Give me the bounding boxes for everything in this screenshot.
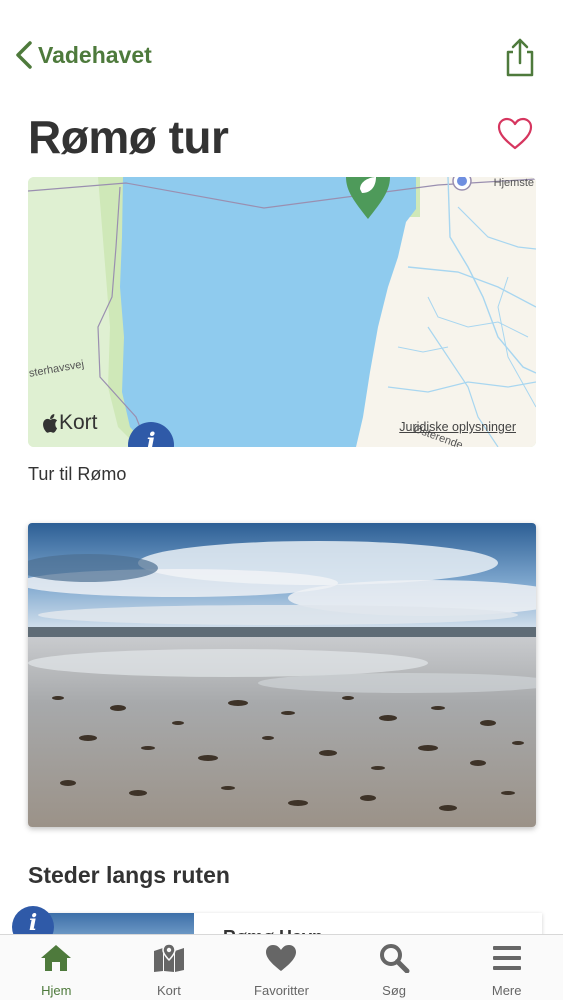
info-icon: i <box>146 427 156 447</box>
map-canvas <box>28 177 536 447</box>
legal-link[interactable]: Juridiske oplysninger <box>399 420 516 434</box>
tab-bar: Hjem Kort Favoritter Søg Mere <box>0 934 563 1000</box>
leaf-pin-icon[interactable] <box>344 177 392 221</box>
route-photo[interactable] <box>28 523 536 827</box>
menu-icon <box>492 946 521 970</box>
tab-map[interactable]: Kort <box>113 935 226 1000</box>
tab-favorites[interactable]: Favoritter <box>225 935 338 1000</box>
share-icon[interactable] <box>503 38 537 78</box>
search-icon <box>380 944 410 973</box>
back-button[interactable]: Vadehavet <box>14 40 152 70</box>
info-icon: i <box>28 910 38 936</box>
tab-label: Kort <box>156 983 181 998</box>
chevron-left-icon <box>16 41 32 69</box>
heart-outline-icon[interactable] <box>497 117 533 151</box>
route-map[interactable]: sterhavsvej Hjemste Østerende Kort Jurid… <box>28 177 536 447</box>
tab-label: Søg <box>382 983 406 998</box>
tab-home[interactable]: Hjem <box>0 935 113 1000</box>
beach-photo <box>28 523 536 827</box>
map-brand: Kort <box>42 411 98 435</box>
heart-icon <box>266 945 297 971</box>
apple-logo-icon <box>43 413 58 433</box>
navigation-bar: Vadehavet <box>0 0 563 110</box>
section-title: Steder langs ruten <box>28 862 230 888</box>
map-brand-label: Kort <box>59 411 98 434</box>
tab-more[interactable]: Mere <box>450 935 563 1000</box>
road-label: Hjemste <box>493 177 534 189</box>
map-icon <box>153 943 184 972</box>
tab-search[interactable]: Søg <box>338 935 451 1000</box>
tab-label: Mere <box>491 983 522 998</box>
tab-label: Favoritter <box>254 983 309 998</box>
tab-label: Hjem <box>41 983 72 998</box>
home-icon <box>41 945 72 971</box>
map-caption: Tur til Rømo <box>28 464 127 484</box>
back-label: Vadehavet <box>38 41 152 68</box>
page-title: Rømø tur <box>28 111 229 163</box>
